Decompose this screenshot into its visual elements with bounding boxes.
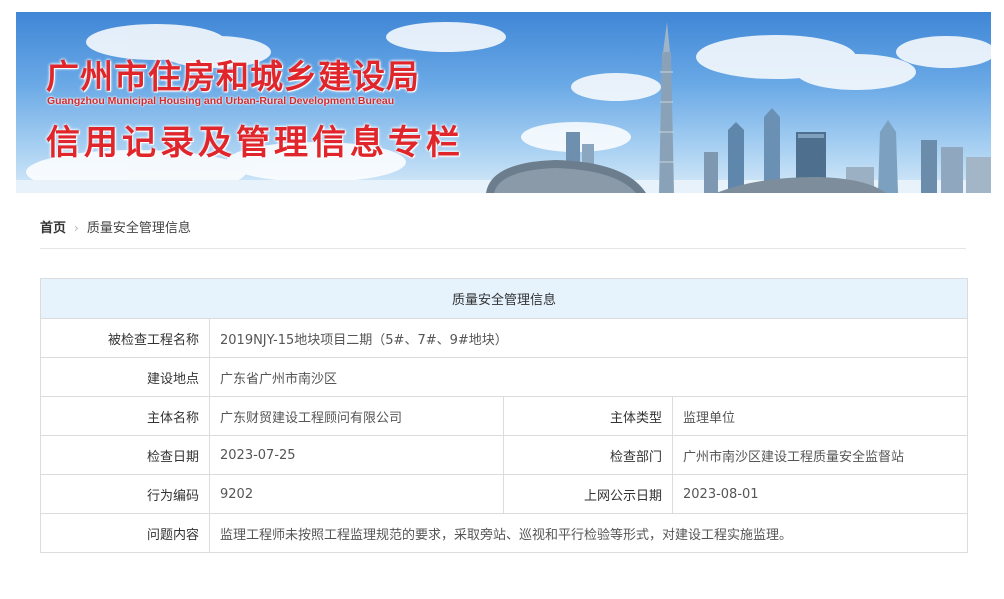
publish-date-label: 上网公示日期 bbox=[503, 474, 673, 514]
breadcrumb-home-link[interactable]: 首页 bbox=[40, 221, 66, 236]
publish-date-value: 2023-08-01 bbox=[671, 474, 969, 514]
inspection-date-label: 检查日期 bbox=[40, 435, 210, 475]
entity-type-label: 主体类型 bbox=[503, 396, 673, 436]
behavior-code-value: 9202 bbox=[209, 474, 504, 514]
table-row: 问题内容 监理工程师未按照工程监理规范的要求，采取旁站、巡视和平行检验等形式，对… bbox=[40, 513, 969, 553]
entity-type-value: 监理单位 bbox=[671, 396, 969, 436]
inspection-date-value: 2023-07-25 bbox=[209, 435, 504, 475]
issue-value: 监理工程师未按照工程监理规范的要求，采取旁站、巡视和平行检验等形式，对建设工程实… bbox=[208, 513, 969, 553]
quality-safety-info-table: 质量安全管理信息 被检查工程名称 2019NJY-15地块项目二期（5#、7#、… bbox=[39, 278, 969, 553]
header-banner: 广州市住房和城乡建设局 Guangzhou Municipal Housing … bbox=[16, 12, 991, 193]
entity-name-label: 主体名称 bbox=[40, 396, 210, 436]
location-value: 广东省广州市南沙区 bbox=[208, 357, 969, 397]
table-row: 行为编码 9202 上网公示日期 2023-08-01 bbox=[40, 474, 969, 514]
issue-label: 问题内容 bbox=[40, 513, 210, 553]
table-row: 检查日期 2023-07-25 检查部门 广州市南沙区建设工程质量安全监督站 bbox=[40, 435, 969, 475]
table-header-row: 质量安全管理信息 bbox=[39, 278, 969, 319]
table-row: 建设地点 广东省广州市南沙区 bbox=[40, 357, 969, 397]
breadcrumb: 首页 › 质量安全管理信息 bbox=[40, 208, 966, 249]
inspection-dept-label: 检查部门 bbox=[503, 435, 673, 475]
banner-column-title: 信用记录及管理信息专栏 bbox=[46, 123, 464, 163]
banner-title: 广州市住房和城乡建设局 bbox=[46, 57, 420, 96]
location-label: 建设地点 bbox=[40, 357, 210, 397]
inspection-dept-value: 广州市南沙区建设工程质量安全监督站 bbox=[671, 435, 969, 475]
table-header: 质量安全管理信息 bbox=[39, 278, 969, 319]
breadcrumb-current: 质量安全管理信息 bbox=[86, 221, 191, 236]
entity-name-value: 广东财贸建设工程顾问有限公司 bbox=[209, 396, 504, 436]
table-row: 被检查工程名称 2019NJY-15地块项目二期（5#、7#、9#地块） bbox=[40, 318, 969, 358]
behavior-code-label: 行为编码 bbox=[40, 474, 210, 514]
project-name-value: 2019NJY-15地块项目二期（5#、7#、9#地块） bbox=[208, 318, 969, 358]
table-row: 主体名称 广东财贸建设工程顾问有限公司 主体类型 监理单位 bbox=[40, 396, 969, 436]
project-name-label: 被检查工程名称 bbox=[40, 318, 210, 358]
chevron-right-icon: › bbox=[74, 221, 79, 235]
banner-subtitle: Guangzhou Municipal Housing and Urban-Ru… bbox=[47, 95, 395, 107]
